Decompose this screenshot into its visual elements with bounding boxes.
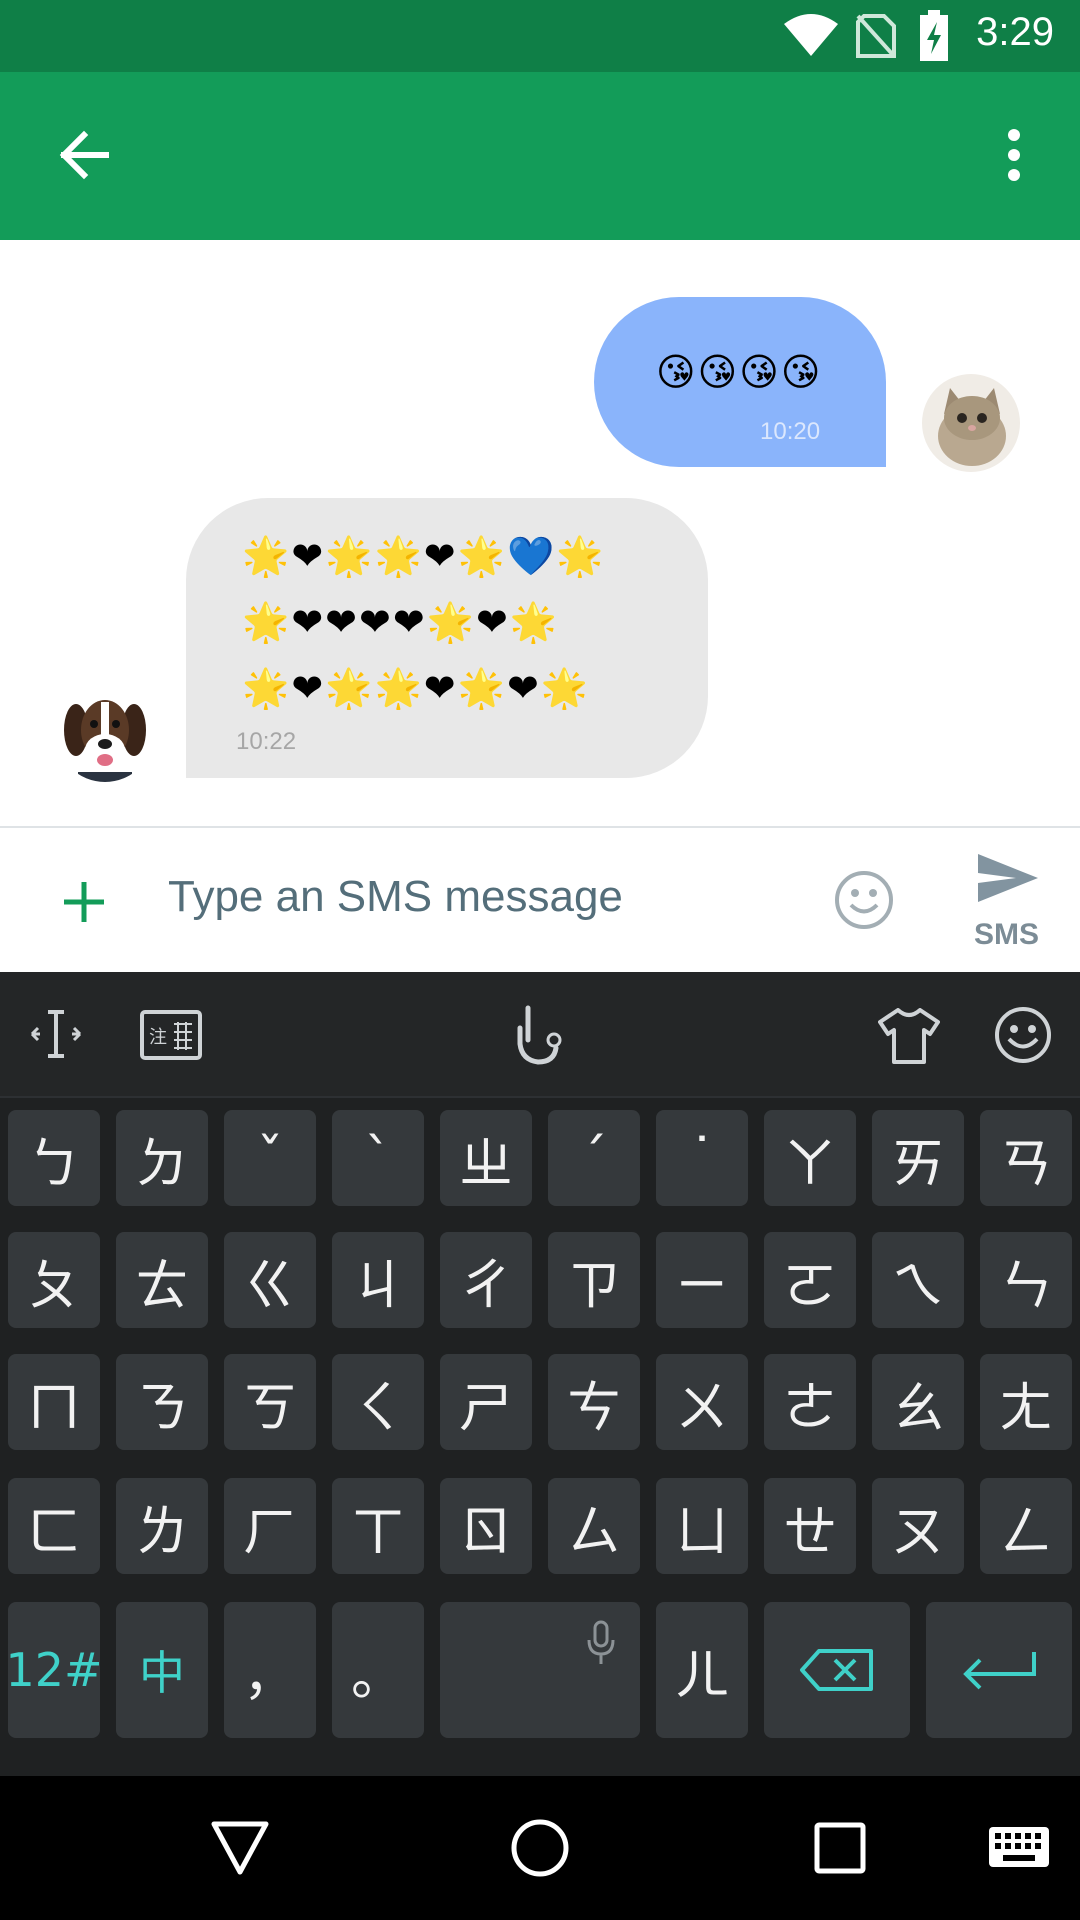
no-sim-icon xyxy=(856,14,896,58)
keyboard-toolbar: 注 xyxy=(0,972,1080,1098)
key-zhuyin[interactable]: ㄌ xyxy=(116,1478,208,1574)
key-zhuyin[interactable]: ㄈ xyxy=(8,1478,100,1574)
key-zhuyin[interactable]: ㄞ xyxy=(872,1110,964,1206)
app-bar xyxy=(0,72,1080,240)
key-numbers[interactable]: 12# xyxy=(5,1602,103,1738)
key-zhuyin[interactable]: ㄝ xyxy=(764,1478,856,1574)
incoming-message-time: 10:22 xyxy=(236,728,297,755)
microphone-icon xyxy=(587,1620,615,1664)
gesture-touch-icon[interactable] xyxy=(510,1004,566,1066)
key-zhuyin[interactable]: ㄤ xyxy=(980,1354,1072,1450)
keyboard-switch-icon[interactable] xyxy=(988,1826,1050,1868)
outgoing-message-time: 10:20 xyxy=(760,418,821,445)
back-triangle-icon[interactable] xyxy=(210,1820,270,1876)
key-zhuyin[interactable]: ㄇ xyxy=(8,1354,100,1450)
key-zhuyin[interactable]: ˋ xyxy=(332,1110,424,1206)
key-period[interactable]: 。 xyxy=(332,1602,424,1738)
key-zhuyin[interactable]: ㄔ xyxy=(440,1232,532,1328)
key-zhuyin[interactable]: ㄗ xyxy=(548,1232,640,1328)
home-circle-icon[interactable] xyxy=(510,1818,570,1878)
key-zhuyin[interactable]: ㄡ xyxy=(872,1478,964,1574)
contact-avatar-dog[interactable] xyxy=(56,684,154,782)
key-comma[interactable]: ， xyxy=(224,1602,316,1738)
key-zhuyin[interactable]: ㄙ xyxy=(548,1478,640,1574)
key-zhuyin[interactable]: ˙ xyxy=(656,1110,748,1206)
recents-square-icon[interactable] xyxy=(814,1822,866,1874)
key-zhuyin[interactable]: ㄆ xyxy=(8,1232,100,1328)
key-zhuyin[interactable]: ㄣ xyxy=(980,1232,1072,1328)
message-input[interactable]: Type an SMS message xyxy=(168,872,623,922)
navigation-bar xyxy=(0,1776,1080,1920)
wifi-icon xyxy=(784,14,838,56)
key-zhuyin[interactable]: ㄩ xyxy=(656,1478,748,1574)
send-sms-label[interactable]: SMS xyxy=(974,918,1039,952)
key-zhuyin[interactable]: ㄘ xyxy=(548,1354,640,1450)
battery-charging-icon xyxy=(920,10,948,61)
key-er[interactable]: ㄦ xyxy=(656,1602,748,1738)
key-zhuyin[interactable]: ㄨ xyxy=(656,1354,748,1450)
key-zhuyin[interactable]: ㄐ xyxy=(332,1232,424,1328)
shirt-theme-icon[interactable] xyxy=(878,1008,940,1064)
key-zhuyin[interactable]: ㄋ xyxy=(116,1354,208,1450)
smiley-icon[interactable] xyxy=(834,870,894,930)
key-language[interactable]: 中 xyxy=(116,1602,208,1738)
incoming-message-row-1: 🌟❤🌟🌟❤🌟💙🌟 xyxy=(242,534,606,578)
more-vert-icon[interactable] xyxy=(1004,128,1024,182)
key-zhuyin[interactable]: ㄎ xyxy=(224,1354,316,1450)
key-zhuyin[interactable]: ㄉ xyxy=(116,1110,208,1206)
key-zhuyin[interactable]: ㄠ xyxy=(872,1354,964,1450)
key-zhuyin[interactable]: ㄜ xyxy=(764,1354,856,1450)
key-backspace[interactable] xyxy=(764,1602,910,1738)
key-zhuyin[interactable]: ㄒ xyxy=(332,1478,424,1574)
key-zhuyin[interactable]: ㄊ xyxy=(116,1232,208,1328)
zhuyin-layout-icon[interactable]: 注 xyxy=(140,1010,202,1060)
status-bar: 3:29 xyxy=(0,0,1080,72)
key-zhuyin[interactable]: ㄏ xyxy=(224,1478,316,1574)
contact-avatar-cat[interactable] xyxy=(922,374,1020,472)
key-zhuyin[interactable]: ㄥ xyxy=(980,1478,1072,1574)
backspace-icon xyxy=(800,1649,873,1691)
key-zhuyin[interactable]: ㄖ xyxy=(440,1478,532,1574)
emoji-face-icon[interactable] xyxy=(994,1006,1052,1064)
enter-icon xyxy=(963,1652,1036,1690)
key-zhuyin[interactable]: ㄢ xyxy=(980,1110,1072,1206)
key-zhuyin[interactable]: ˊ xyxy=(548,1110,640,1206)
key-zhuyin[interactable]: ㄅ xyxy=(8,1110,100,1206)
outgoing-message-text: 😘😘😘😘 xyxy=(656,350,823,394)
cursor-move-icon[interactable] xyxy=(30,1008,82,1060)
key-zhuyin[interactable]: ㄑ xyxy=(332,1354,424,1450)
incoming-message-row-2: 🌟❤❤❤❤🌟❤🌟 xyxy=(242,600,560,644)
svg-text:注: 注 xyxy=(149,1027,167,1048)
key-space[interactable] xyxy=(440,1602,640,1738)
key-zhuyin[interactable]: ㄛ xyxy=(764,1232,856,1328)
status-time: 3:29 xyxy=(976,10,1054,54)
key-zhuyin[interactable]: ˇ xyxy=(224,1110,316,1206)
key-zhuyin[interactable]: ㄕ xyxy=(440,1354,532,1450)
key-zhuyin[interactable]: ㄓ xyxy=(440,1110,532,1206)
arrow-left-icon[interactable] xyxy=(58,130,110,180)
incoming-message-row-3: 🌟❤🌟🌟❤🌟❤🌟 xyxy=(242,666,591,710)
key-zhuyin[interactable]: ㄚ xyxy=(764,1110,856,1206)
key-zhuyin[interactable]: ㄟ xyxy=(872,1232,964,1328)
key-zhuyin[interactable]: ㄧ xyxy=(656,1232,748,1328)
plus-icon[interactable] xyxy=(62,880,106,924)
key-enter[interactable] xyxy=(926,1602,1072,1738)
key-zhuyin[interactable]: ㄍ xyxy=(224,1232,316,1328)
send-icon[interactable] xyxy=(976,852,1040,904)
